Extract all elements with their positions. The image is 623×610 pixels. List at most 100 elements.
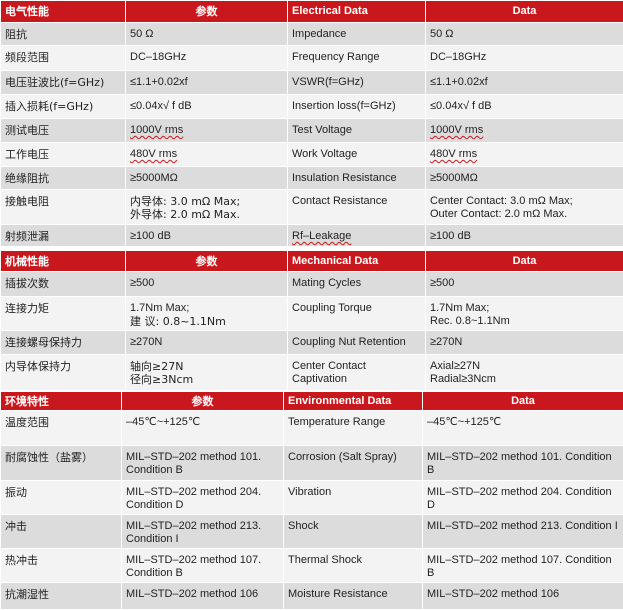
table-cell: 1.7Nm Max;建 议: 0.8~1.1Nm <box>126 297 288 331</box>
table-cell: –45℃~+125℃ <box>122 411 284 446</box>
table-row: 温度范围 –45℃~+125℃ Temperature Range –45℃~+… <box>1 411 623 446</box>
table-row: 内导体保持力 轴向≥27N径向≥3Ncm Center Contact Capt… <box>1 355 623 391</box>
header-cell: Mechanical Data <box>288 251 426 272</box>
table-cell: VSWR(f=GHz) <box>288 71 426 95</box>
table-cell: MIL–STD–202 method 107. Condition B <box>423 549 623 583</box>
table-row: 测试电压 1000V rms Test Voltage 1000V rms <box>1 119 623 143</box>
table-cell: 480V rms <box>126 143 288 167</box>
table-cell: Insulation Resistance <box>288 167 426 190</box>
table-cell: 振动 <box>1 481 122 515</box>
table-cell: 连接力矩 <box>1 297 126 331</box>
table-row: 热冲击 MIL–STD–202 method 107.Condition B T… <box>1 549 623 583</box>
table-cell: 电压驻波比(f=GHz) <box>1 71 126 95</box>
table-row: 冲击 MIL–STD–202 method 213.Condition I Sh… <box>1 515 623 549</box>
table-cell: 轴向≥27N径向≥3Ncm <box>126 355 288 391</box>
table-cell: 内导体: 3.0 mΩ Max;外导体: 2.0 mΩ Max. <box>126 190 288 225</box>
table-cell: Contact Resistance <box>288 190 426 225</box>
table-row: 电压驻波比(f=GHz) ≤1.1+0.02xf VSWR(f=GHz) ≤1.… <box>1 71 623 95</box>
table-cell: MIL–STD–202 method 101. Condition B <box>423 446 623 481</box>
table-cell: Coupling Torque <box>288 297 426 331</box>
table-cell: 阻抗 <box>1 23 126 46</box>
table-cell: 绝缘阻抗 <box>1 167 126 190</box>
table-row: 阻抗 50 Ω Impedance 50 Ω <box>1 23 623 46</box>
table-cell: Mating Cycles <box>288 272 426 297</box>
header-cell: 机械性能 <box>1 251 126 272</box>
table-cell: Center Contact Captivation <box>288 355 426 391</box>
table-cell: MIL–STD–202 method 213.Condition I <box>122 515 284 549</box>
mechanical-table: 机械性能 参数 Mechanical Data Data 插拔次数 ≥500 M… <box>0 250 623 391</box>
electrical-header-row: 电气性能 参数 Electrical Data Data <box>1 1 623 23</box>
table-row: 接触电阻 内导体: 3.0 mΩ Max;外导体: 2.0 mΩ Max. Co… <box>1 190 623 225</box>
table-cell: DC–18GHz <box>426 46 623 71</box>
table-row: 工作电压 480V rms Work Voltage 480V rms <box>1 143 623 167</box>
spec-sheet: 电气性能 参数 Electrical Data Data 阻抗 50 Ω Imp… <box>0 0 623 609</box>
electrical-table: 电气性能 参数 Electrical Data Data 阻抗 50 Ω Imp… <box>0 0 623 247</box>
table-cell: Thermal Shock <box>284 549 423 583</box>
header-cell: 参数 <box>126 251 288 272</box>
table-cell: Moisture Resistance <box>284 583 423 610</box>
table-cell: 耐腐蚀性（盐雾） <box>1 446 122 481</box>
table-cell: Work Voltage <box>288 143 426 167</box>
table-cell: ≥500 <box>126 272 288 297</box>
table-cell: MIL–STD–202 method 106 <box>423 583 623 610</box>
table-cell: ≤1.1+0.02xf <box>126 71 288 95</box>
table-cell: –45℃~+125℃ <box>423 411 623 446</box>
table-cell: 接触电阻 <box>1 190 126 225</box>
table-cell: 1.7Nm Max;Rec. 0.8~1.1Nm <box>426 297 623 331</box>
table-cell: 50 Ω <box>426 23 623 46</box>
table-cell: 工作电压 <box>1 143 126 167</box>
table-row: 绝缘阻抗 ≥5000MΩ Insulation Resistance ≥5000… <box>1 167 623 190</box>
table-row: 连接力矩 1.7Nm Max;建 议: 0.8~1.1Nm Coupling T… <box>1 297 623 331</box>
header-cell: Environmental Data <box>284 392 423 411</box>
table-cell: MIL–STD–202 method 106 <box>122 583 284 610</box>
table-cell: Center Contact: 3.0 mΩ Max;Outer Contact… <box>426 190 623 225</box>
table-cell: 1000V rms <box>126 119 288 143</box>
table-cell: 热冲击 <box>1 549 122 583</box>
table-row: 频段范围 DC–18GHz Frequency Range DC–18GHz <box>1 46 623 71</box>
table-cell: Temperature Range <box>284 411 423 446</box>
table-cell: ≤1.1+0.02xf <box>426 71 623 95</box>
table-row: 连接螺母保持力 ≥270N Coupling Nut Retention ≥27… <box>1 331 623 355</box>
table-cell: 频段范围 <box>1 46 126 71</box>
table-cell: 480V rms <box>426 143 623 167</box>
table-cell: 连接螺母保持力 <box>1 331 126 355</box>
header-cell: 环境特性 <box>1 392 122 411</box>
table-cell: ≤0.04x√ f dB <box>426 95 623 119</box>
table-cell: Coupling Nut Retention <box>288 331 426 355</box>
table-cell: MIL–STD–202 method 101.Condition B <box>122 446 284 481</box>
table-cell: DC–18GHz <box>126 46 288 71</box>
table-cell: Axial≥27NRadial≥3Ncm <box>426 355 623 391</box>
header-cell: 参数 <box>122 392 284 411</box>
table-cell: 50 Ω <box>126 23 288 46</box>
table-cell: Impedance <box>288 23 426 46</box>
header-cell: Data <box>426 251 623 272</box>
header-cell: Data <box>423 392 623 411</box>
header-cell: Data <box>426 1 623 23</box>
table-row: 插拔次数 ≥500 Mating Cycles ≥500 <box>1 272 623 297</box>
table-cell: Shock <box>284 515 423 549</box>
table-cell: Frequency Range <box>288 46 426 71</box>
header-cell: Electrical Data <box>288 1 426 23</box>
environmental-table: 环境特性 参数 Environmental Data Data 温度范围 –45… <box>0 391 623 610</box>
table-row: 振动 MIL–STD–202 method 204.Condition D Vi… <box>1 481 623 515</box>
table-cell: Rf–Leakage <box>288 225 426 247</box>
table-cell: ≥500 <box>426 272 623 297</box>
table-row: 抗潮湿性 MIL–STD–202 method 106 Moisture Res… <box>1 583 623 610</box>
table-cell: 插入损耗(f=GHz) <box>1 95 126 119</box>
mechanical-header-row: 机械性能 参数 Mechanical Data Data <box>1 251 623 272</box>
table-cell: 射频泄漏 <box>1 225 126 247</box>
table-row: 耐腐蚀性（盐雾） MIL–STD–202 method 101.Conditio… <box>1 446 623 481</box>
table-cell: MIL–STD–202 method 213. Condition I <box>423 515 623 549</box>
table-cell: ≤0.04x√ f dB <box>126 95 288 119</box>
table-cell: ≥270N <box>426 331 623 355</box>
table-cell: ≥5000MΩ <box>126 167 288 190</box>
table-cell: 温度范围 <box>1 411 122 446</box>
table-cell: ≥100 dB <box>126 225 288 247</box>
table-cell: ≥100 dB <box>426 225 623 247</box>
table-row: 射频泄漏 ≥100 dB Rf–Leakage ≥100 dB <box>1 225 623 247</box>
table-cell: Test Voltage <box>288 119 426 143</box>
header-cell: 参数 <box>126 1 288 23</box>
table-row: 插入损耗(f=GHz) ≤0.04x√ f dB Insertion loss(… <box>1 95 623 119</box>
table-cell: ≥270N <box>126 331 288 355</box>
table-cell: 插拔次数 <box>1 272 126 297</box>
